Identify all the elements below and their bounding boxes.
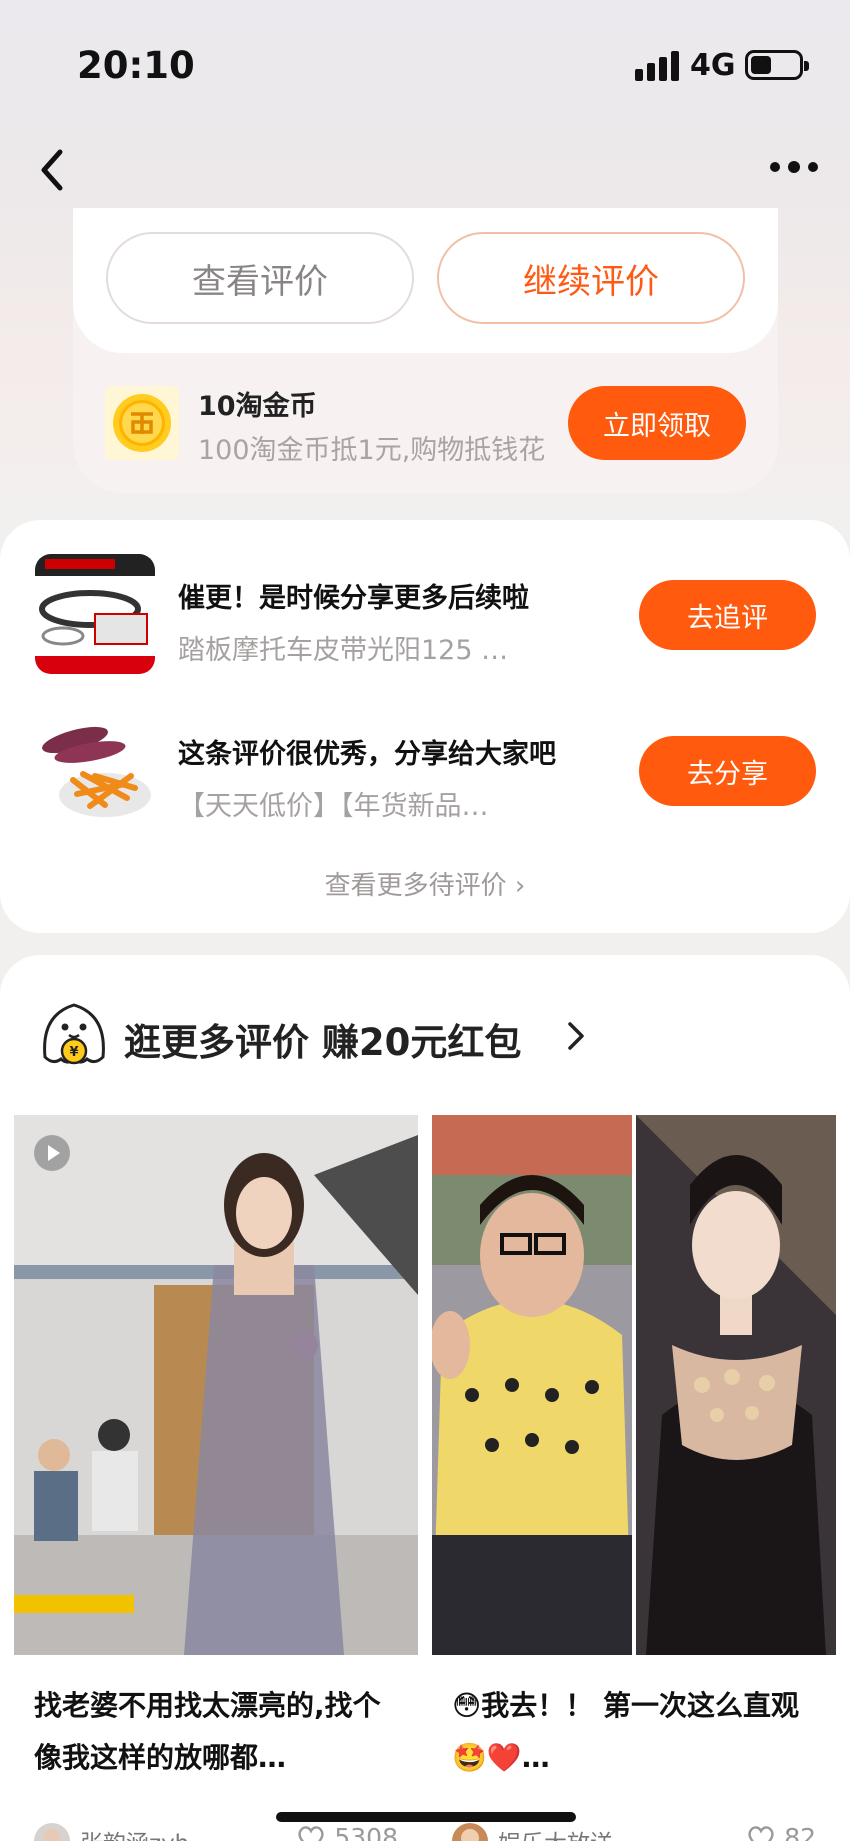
claim-coins-button[interactable]: 立即领取 xyxy=(568,386,746,460)
avatar xyxy=(34,1823,70,1841)
avatar xyxy=(452,1823,488,1841)
feed-card[interactable]: 找老婆不用找太漂亮的,找个像我这样的放哪都… 张韵涵zyh 5308 xyxy=(14,1115,418,1841)
feed-card[interactable]: 😳我去！！ 第一次这么直观🤩❤️… 娱乐大放送 82 xyxy=(432,1115,836,1841)
review-actions: 查看评价 继续评价 xyxy=(73,208,778,353)
feed-author[interactable]: 娱乐大放送 xyxy=(452,1823,613,1841)
network-type: 4G xyxy=(690,48,736,83)
status-bar: 20:10 4G xyxy=(0,0,850,130)
see-more-pending-link[interactable]: 查看更多待评价 › xyxy=(0,865,850,902)
chevron-right-icon[interactable] xyxy=(565,1019,587,1053)
pending-item[interactable]: 催更！是时候分享更多后续啦 踏板摩托车皮带光阳125 … 去追评 xyxy=(0,546,850,676)
explore-reviews-card: ¥ 逛更多评价 赚20元红包 找老婆不用找太漂亮的,找个像我这样的放哪都… 53… xyxy=(0,955,850,1841)
coin-title: 10淘金币 xyxy=(198,391,317,422)
like-count-value: 5308 xyxy=(334,1823,398,1841)
battery-icon xyxy=(745,50,809,80)
share-review-button[interactable]: 去分享 xyxy=(639,736,816,806)
coin-description: 100淘金币抵1元,购物抵钱花 xyxy=(198,435,546,466)
pending-item-subtitle: 【天天低价】【年货新品… xyxy=(178,791,489,822)
product-thumbnail-sweet-potato xyxy=(35,710,155,830)
mascot-icon: ¥ xyxy=(35,995,113,1073)
product-thumbnail-belt xyxy=(35,554,155,674)
taobao-coin-icon xyxy=(105,386,179,460)
pending-item-title: 这条评价很优秀，分享给大家吧 xyxy=(178,739,556,770)
like-count[interactable]: 5308 xyxy=(296,1823,398,1841)
continue-review-button[interactable]: 继续评价 xyxy=(437,232,745,324)
back-icon[interactable] xyxy=(30,140,80,200)
feed-caption: 😳我去！！ 第一次这么直观🤩❤️… xyxy=(452,1689,799,1774)
pending-item-subtitle: 踏板摩托车皮带光阳125 … xyxy=(178,635,509,666)
author-name: 娱乐大放送 xyxy=(498,1824,613,1841)
review-result-card: 查看评价 继续评价 10淘金币 100淘金币抵1元,购物抵钱花 立即领取 xyxy=(73,208,778,493)
view-review-button[interactable]: 查看评价 xyxy=(106,232,414,324)
heart-icon xyxy=(748,1825,774,1841)
home-indicator[interactable] xyxy=(276,1812,576,1822)
more-options-icon[interactable] xyxy=(760,148,830,188)
pending-reviews-card: 催更！是时候分享更多后续啦 踏板摩托车皮带光阳125 … 去追评 这条评价很优秀… xyxy=(0,520,850,933)
status-time: 20:10 xyxy=(77,44,195,87)
signal-icon xyxy=(635,51,681,81)
pending-item[interactable]: 这条评价很优秀，分享给大家吧 【天天低价】【年货新品… 去分享 xyxy=(0,702,850,832)
video-play-icon xyxy=(34,1135,70,1171)
feed-caption: 找老婆不用找太漂亮的,找个像我这样的放哪都… xyxy=(34,1689,381,1774)
follow-up-review-button[interactable]: 去追评 xyxy=(639,580,816,650)
nav-bar xyxy=(0,130,850,210)
heart-icon xyxy=(298,1825,324,1841)
mascot-badge: ¥ xyxy=(69,1045,78,1060)
feed-image xyxy=(14,1115,418,1655)
like-count-value: 82 xyxy=(784,1823,816,1841)
explore-title[interactable]: 逛更多评价 赚20元红包 xyxy=(124,1012,521,1066)
feed-image xyxy=(432,1115,836,1655)
feed-author[interactable]: 张韵涵zyh xyxy=(34,1823,189,1841)
pending-item-title: 催更！是时候分享更多后续啦 xyxy=(178,583,529,614)
author-name: 张韵涵zyh xyxy=(80,1824,189,1841)
like-count[interactable]: 82 xyxy=(746,1823,816,1841)
